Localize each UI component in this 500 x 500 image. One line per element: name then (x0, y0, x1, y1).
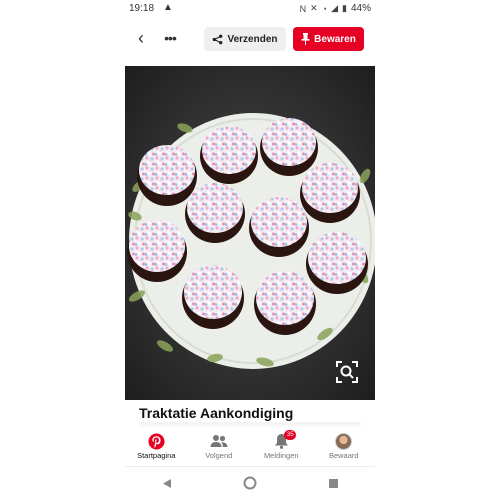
visual-search-button[interactable] (333, 358, 361, 386)
pinterest-logo-icon (148, 432, 165, 450)
system-nav-bar (125, 470, 375, 496)
people-icon (210, 435, 228, 447)
battery-percent: 44% (350, 3, 371, 14)
more-options-button[interactable]: ••• (159, 28, 181, 48)
status-icons: N ✕ ◔ ◢ ▮ 44% (300, 3, 371, 14)
nfc-icon: N (299, 3, 307, 14)
nav-item-following[interactable]: Volgend (191, 428, 247, 460)
pin-icon (301, 33, 310, 45)
pin-title: Traktatie Aankondiging (139, 405, 294, 421)
nav-label-home: Startpagina (137, 451, 176, 460)
notification-badge: 35 (284, 430, 297, 440)
system-home-button[interactable] (240, 473, 260, 493)
system-recents-button[interactable] (323, 473, 343, 493)
nav-item-home[interactable]: Startpagina (128, 428, 184, 460)
notification-icon: ▲ (163, 2, 173, 13)
status-bar: 19:18 ▲ N ✕ ◔ ◢ ▮ 44% (125, 0, 375, 18)
clock: 19:18 (129, 3, 155, 14)
lens-search-icon (336, 361, 358, 383)
back-button[interactable]: ‹ (131, 28, 151, 48)
phone-screen: 19:18 ▲ N ✕ ◔ ◢ ▮ 44% ‹ ••• Verzenden Be… (125, 0, 375, 500)
wifi-icon: ◔ (321, 3, 328, 14)
save-button-label: Bewaren (314, 33, 356, 45)
recents-square-icon (328, 478, 338, 488)
nav-item-notifications[interactable]: 35 Meldingen (253, 428, 309, 460)
save-button[interactable]: Bewaren (293, 27, 364, 51)
action-bar: ‹ ••• Verzenden Bewaren (125, 22, 375, 56)
more-dots-icon: ••• (164, 30, 177, 46)
nav-label-saved: Bewaard (328, 451, 359, 460)
nav-label-notifications: Meldingen (263, 451, 299, 460)
nav-item-saved[interactable]: Bewaard (316, 428, 372, 460)
share-icon (213, 34, 223, 44)
mute-icon: ✕ (310, 3, 318, 13)
avatar (335, 432, 353, 450)
system-back-button[interactable] (157, 473, 177, 493)
pin-image[interactable] (125, 66, 375, 400)
home-circle-icon (243, 476, 257, 490)
divider (125, 466, 375, 467)
nav-label-following: Volgend (205, 451, 233, 460)
treats-photo (125, 66, 375, 400)
battery-icon: ▮ (342, 3, 347, 13)
send-button-label: Verzenden (227, 33, 278, 45)
chevron-left-icon: ‹ (138, 28, 144, 48)
send-button[interactable]: Verzenden (204, 27, 286, 51)
signal-icon: ◢ (331, 3, 339, 13)
bottom-nav: Startpagina Volgend 35 Meldingen Bewaard (125, 428, 375, 466)
back-triangle-icon (162, 478, 171, 488)
